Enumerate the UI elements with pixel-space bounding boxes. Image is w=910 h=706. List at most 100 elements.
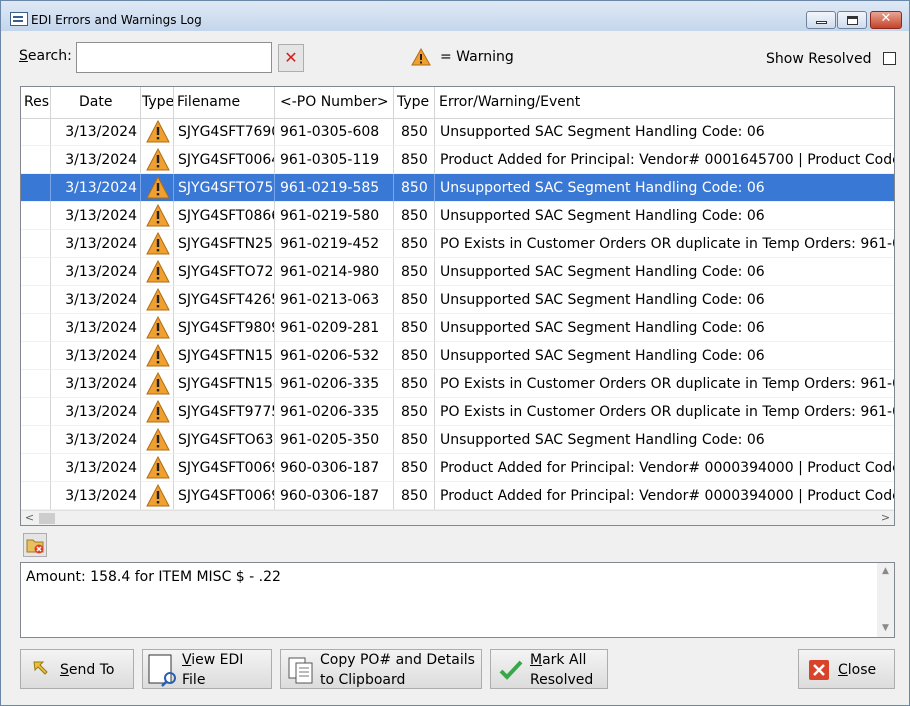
app-icon bbox=[10, 12, 28, 26]
close-icon: ✕ bbox=[880, 11, 892, 26]
table-row[interactable]: 3/13/2024 SJYG4SFTO759 961-0219-585 850 Unsu… bbox=[21, 174, 894, 202]
po-number-cell: 961-0213-063 bbox=[275, 286, 394, 314]
header-message[interactable]: Error/Warning/Event bbox=[435, 87, 894, 118]
table-row[interactable]: 3/13/2024 SJYG4SFTO635 961-0205-350 850 Unsu… bbox=[21, 426, 894, 454]
type-cell bbox=[141, 398, 174, 426]
send-to-label: Send To bbox=[60, 662, 115, 678]
copy-label-line1: Copy PO# and Details bbox=[320, 652, 475, 668]
res-cell bbox=[21, 398, 51, 426]
res-cell bbox=[21, 426, 51, 454]
date-cell: 3/13/2024 bbox=[51, 454, 141, 482]
date-cell: 3/13/2024 bbox=[51, 118, 141, 146]
warning-icon bbox=[146, 428, 170, 451]
doc-type-cell: 850 bbox=[394, 482, 435, 510]
res-cell bbox=[21, 342, 51, 370]
close-button[interactable]: Close bbox=[798, 649, 895, 689]
scroll-up-icon[interactable]: ▲ bbox=[877, 563, 894, 580]
date-cell: 3/13/2024 bbox=[51, 258, 141, 286]
table-row[interactable]: 3/13/2024 SJYG4SFT0069 960-0306-187 850 Prod… bbox=[21, 482, 894, 510]
table-row[interactable]: 3/13/2024 SJYG4SFTN255 961-0219-452 850 PO E… bbox=[21, 230, 894, 258]
view-edi-file-button[interactable]: View EDI File bbox=[142, 649, 272, 689]
table-row[interactable]: 3/13/2024 SJYG4SFT7690 961-0305-608 850 Unsu… bbox=[21, 118, 894, 146]
filename-cell: SJYG4SFT4265 bbox=[174, 286, 275, 314]
details-box[interactable]: Amount: 158.4 for ITEM MISC $ - .22 ▲ ▼ bbox=[20, 562, 895, 638]
header-type[interactable]: Type bbox=[141, 87, 174, 118]
date-cell: 3/13/2024 bbox=[51, 230, 141, 258]
type-cell bbox=[141, 202, 174, 230]
scroll-thumb[interactable] bbox=[39, 513, 55, 524]
show-resolved-checkbox[interactable] bbox=[883, 52, 896, 65]
message-cell: Unsupported SAC Segment Handling Code: 0… bbox=[435, 286, 894, 314]
show-resolved-label: Show Resolved bbox=[766, 51, 872, 67]
scroll-left-icon[interactable]: < bbox=[21, 511, 38, 525]
maximize-button[interactable] bbox=[837, 11, 867, 29]
clear-search-button[interactable]: ✕ bbox=[278, 44, 304, 72]
title-bar[interactable]: EDI Errors and Warnings Log ✕ bbox=[1, 1, 909, 31]
errors-grid[interactable]: Res Date Type Filename <-PO Number> Type… bbox=[20, 86, 895, 526]
type-cell bbox=[141, 230, 174, 258]
warning-icon bbox=[146, 456, 170, 479]
warning-legend-icon bbox=[411, 48, 431, 66]
table-row[interactable]: 3/13/2024 SJYG4SFT9775 961-0206-335 850 PO E… bbox=[21, 398, 894, 426]
header-date[interactable]: Date bbox=[51, 87, 141, 118]
type-cell bbox=[141, 146, 174, 174]
table-row[interactable]: 3/13/2024 SJYG4SFT9809 961-0209-281 850 Unsu… bbox=[21, 314, 894, 342]
window-title: EDI Errors and Warnings Log bbox=[31, 13, 202, 27]
po-number-cell: 961-0206-335 bbox=[275, 398, 394, 426]
date-cell: 3/13/2024 bbox=[51, 202, 141, 230]
scroll-right-icon[interactable]: > bbox=[877, 511, 894, 525]
type-cell bbox=[141, 370, 174, 398]
doc-type-cell: 850 bbox=[394, 174, 435, 202]
warning-icon bbox=[146, 120, 170, 143]
warning-icon bbox=[146, 316, 170, 339]
date-cell: 3/13/2024 bbox=[51, 342, 141, 370]
warning-icon bbox=[146, 204, 170, 227]
doc-type-cell: 850 bbox=[394, 454, 435, 482]
table-row[interactable]: 3/13/2024 SJYG4SFTO721 961-0214-980 850 Unsu… bbox=[21, 258, 894, 286]
table-row[interactable]: 3/13/2024 SJYG4SFTN151 961-0206-532 850 Unsu… bbox=[21, 342, 894, 370]
res-cell bbox=[21, 202, 51, 230]
table-row[interactable]: 3/13/2024 SJYG4SFT0866 961-0219-580 850 Unsu… bbox=[21, 202, 894, 230]
table-row[interactable]: 3/13/2024 SJYG4SFT4265 961-0213-063 850 Unsu… bbox=[21, 286, 894, 314]
edi-log-window: EDI Errors and Warnings Log ✕ Search: ✕ … bbox=[0, 0, 910, 706]
res-cell bbox=[21, 454, 51, 482]
mark-all-label-line2: Resolved bbox=[530, 672, 594, 688]
type-cell bbox=[141, 482, 174, 510]
po-number-cell: 961-0206-335 bbox=[275, 370, 394, 398]
search-input[interactable] bbox=[76, 42, 272, 73]
header-po-number[interactable]: <-PO Number> bbox=[275, 87, 394, 118]
header-filename[interactable]: Filename bbox=[174, 87, 275, 118]
res-cell bbox=[21, 258, 51, 286]
filename-cell: SJYG4SFT0866 bbox=[174, 202, 275, 230]
mark-all-resolved-button[interactable]: Mark All Resolved bbox=[490, 649, 608, 689]
res-cell bbox=[21, 370, 51, 398]
send-to-button[interactable]: Send To bbox=[20, 649, 134, 689]
table-row[interactable]: 3/13/2024 SJYG4SFTN158 961-0206-335 850 PO E… bbox=[21, 370, 894, 398]
warning-icon bbox=[146, 288, 170, 311]
copy-po-details-button[interactable]: Copy PO# and Details to Clipboard bbox=[280, 649, 482, 689]
warning-icon bbox=[146, 260, 170, 283]
view-edi-label: View EDI bbox=[182, 652, 244, 668]
filename-cell: SJYG4SFT7690 bbox=[174, 118, 275, 146]
res-cell bbox=[21, 174, 51, 202]
doc-type-cell: 850 bbox=[394, 202, 435, 230]
scroll-down-icon[interactable]: ▼ bbox=[877, 620, 894, 637]
res-cell bbox=[21, 118, 51, 146]
table-row[interactable]: 3/13/2024 SJYG4SFT00640961-0305-119850Pro… bbox=[21, 146, 894, 174]
type-cell bbox=[141, 258, 174, 286]
table-row[interactable]: 3/13/2024 SJYG4SFT0069 960-0306-187 850 Prod… bbox=[21, 454, 894, 482]
window-close-button[interactable]: ✕ bbox=[870, 11, 902, 29]
horizontal-scrollbar[interactable]: < > bbox=[21, 510, 894, 525]
res-cell bbox=[21, 146, 51, 174]
filename-cell: SJYG4SFT0069 bbox=[174, 482, 275, 510]
date-cell: 3/13/2024 bbox=[51, 370, 141, 398]
open-folder-button[interactable] bbox=[23, 533, 47, 557]
minimize-button[interactable] bbox=[806, 11, 836, 29]
header-res[interactable]: Res bbox=[21, 87, 51, 118]
details-vertical-scrollbar[interactable]: ▲ ▼ bbox=[877, 563, 894, 637]
message-cell: Unsupported SAC Segment Handling Code: 0… bbox=[435, 426, 894, 454]
details-text: Amount: 158.4 for ITEM MISC $ - .22 bbox=[26, 569, 281, 585]
header-doc-type[interactable]: Type bbox=[394, 87, 435, 118]
type-cell bbox=[141, 314, 174, 342]
date-cell: 3/13/2024 bbox=[51, 482, 141, 510]
